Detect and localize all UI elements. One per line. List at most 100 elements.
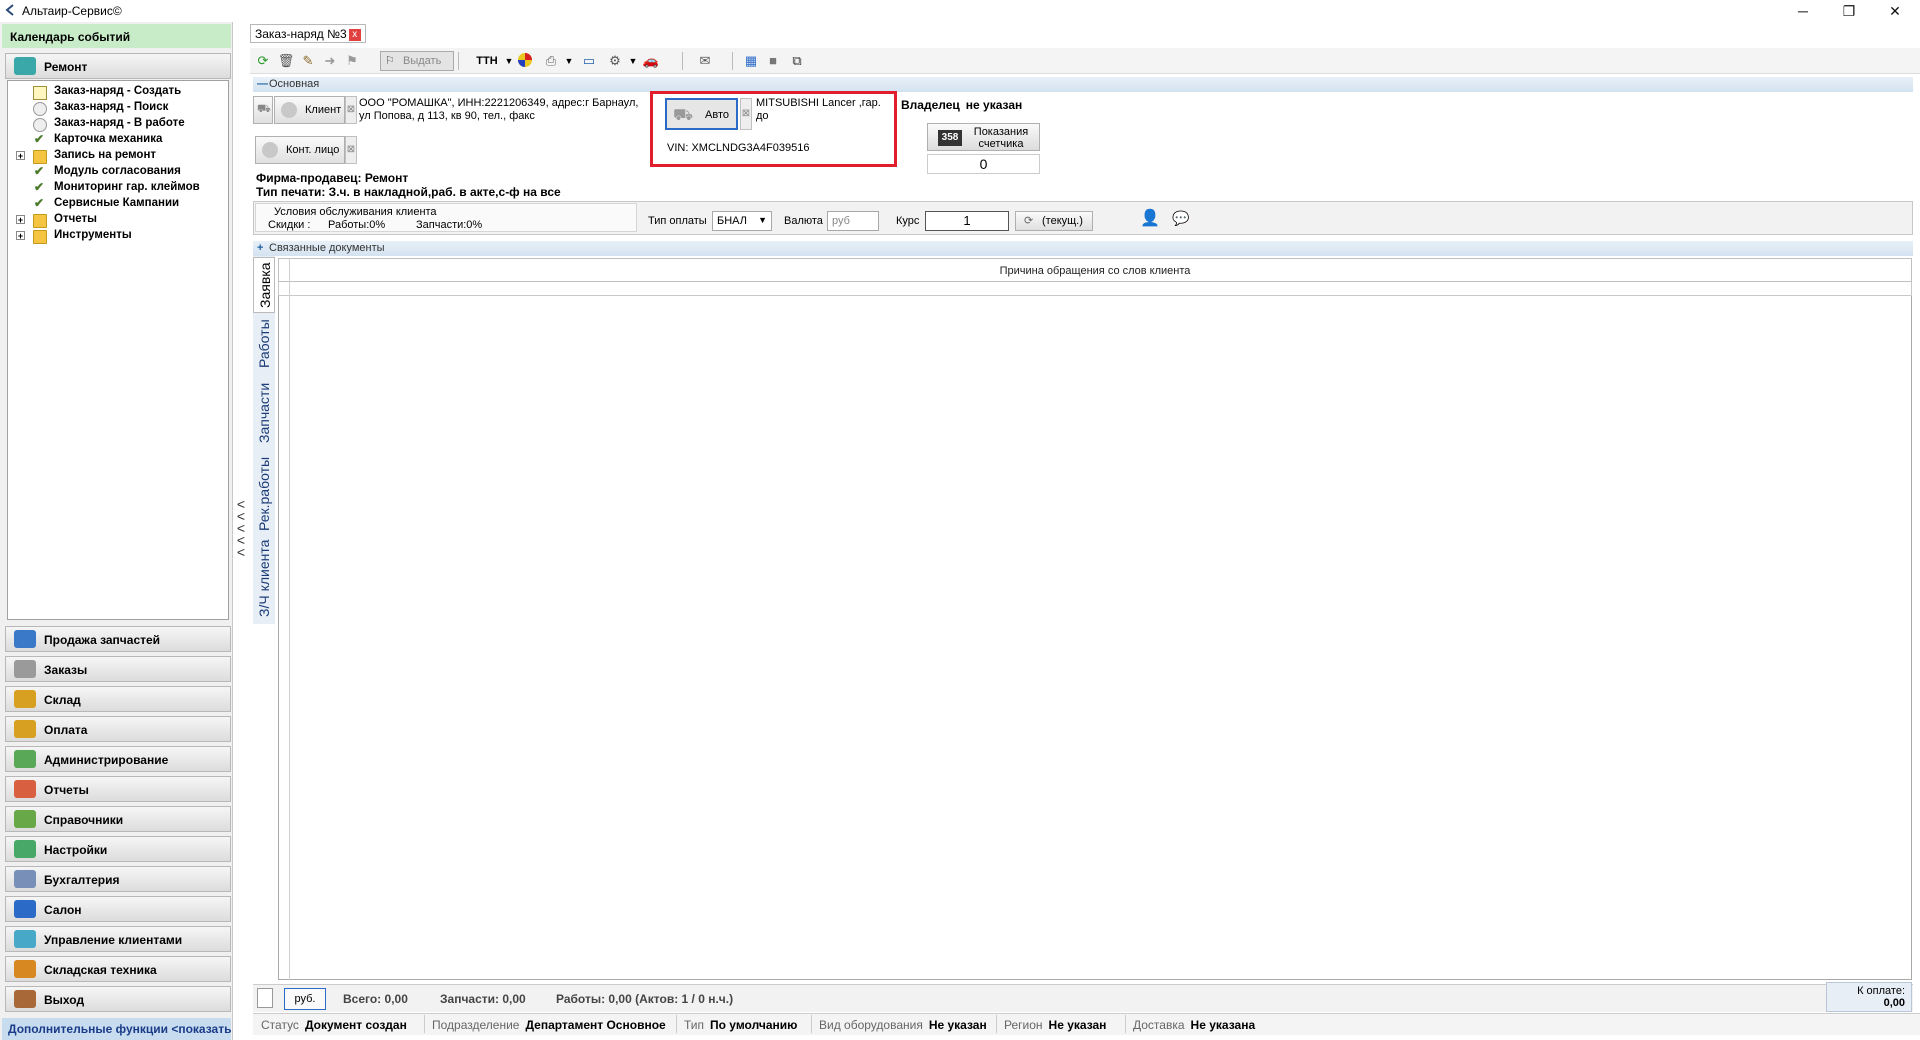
minimize-button[interactable]: ─ xyxy=(1780,0,1826,22)
forward-icon[interactable]: ➜ xyxy=(321,52,339,70)
nav-button-label: Настройки xyxy=(44,843,108,857)
refresh-icon[interactable]: ⟳ xyxy=(254,52,272,70)
contact-person-button[interactable]: Конт. лицо xyxy=(255,136,345,164)
repair-section-button[interactable]: Ремонт xyxy=(5,53,231,79)
nav-button[interactable]: Складская техника xyxy=(5,956,231,982)
chevron-down-icon[interactable]: ▼ xyxy=(624,52,642,70)
expand-tree-icon[interactable]: + xyxy=(16,151,25,161)
collapse-panel-arrows[interactable]: < < < < < xyxy=(234,497,248,568)
current-rate-button[interactable]: ⟳ (текущ.) xyxy=(1015,211,1093,231)
currency-toggle-button[interactable]: руб. xyxy=(284,988,326,1010)
nav-button[interactable]: Продажа запчастей xyxy=(5,626,231,652)
nav-button[interactable]: Оплата xyxy=(5,716,231,742)
document-icon[interactable] xyxy=(257,988,273,1008)
currency-field[interactable]: руб xyxy=(827,211,879,231)
monitor-icon[interactable]: ▭ xyxy=(580,52,598,70)
nav-button[interactable]: Отчеты xyxy=(5,776,231,802)
nav-button-label: Заказы xyxy=(44,663,88,677)
mail-icon[interactable]: ✉ xyxy=(696,52,714,70)
chevron-down-icon[interactable]: ▼ xyxy=(560,52,578,70)
tree-item-label: Мониторинг гар. клеймов xyxy=(54,181,200,193)
rate-label: Курс xyxy=(896,215,920,227)
tools-icon[interactable]: ⚙ xyxy=(606,52,624,70)
nav-button[interactable]: Бухгалтерия xyxy=(5,866,231,892)
chevron-left-icon: < xyxy=(236,544,246,560)
status-value: Департамент Основное xyxy=(525,1018,666,1032)
auto-button[interactable]: ⛟ Авто xyxy=(665,98,738,130)
tree-item[interactable]: ✔ Сервисные Кампании xyxy=(9,196,227,212)
ttn-button[interactable]: ТТН xyxy=(474,52,500,70)
lock-user-icon[interactable]: 👤 xyxy=(1140,208,1160,230)
clear-client-icon[interactable]: ⊠ xyxy=(345,96,357,124)
stop-icon[interactable]: ■ xyxy=(764,52,782,70)
tree-item-label: Карточка механика xyxy=(54,133,163,145)
client-button-label: Клиент xyxy=(305,104,342,116)
expand-icon: + xyxy=(257,242,264,254)
side-tab[interactable]: Работы xyxy=(253,313,275,375)
extra-functions-footer[interactable]: Дополнительные функции <показать xyxy=(2,1018,231,1040)
rate-input[interactable]: 1 xyxy=(925,211,1009,231)
payment-type-select[interactable]: БНАЛ ▼ xyxy=(712,211,772,231)
issue-button[interactable]: ⚐ Выдать xyxy=(380,51,454,71)
car-icon[interactable]: 🚗 xyxy=(642,52,660,70)
tree-item[interactable]: Заказ-наряд - Поиск xyxy=(9,100,227,116)
status-key: Регион xyxy=(1004,1018,1043,1032)
folder-icon xyxy=(33,214,47,228)
nav-button[interactable]: Выход xyxy=(5,986,231,1012)
counter-readings-button[interactable]: 358 Показания счетчика xyxy=(927,123,1040,151)
close-tab-icon[interactable]: x xyxy=(348,28,361,41)
works-sum: Работы: 0,00 (Актов: 1 / 0 н.ч.) xyxy=(556,992,734,1006)
nav-button-label: Складская техника xyxy=(44,963,157,977)
chart-icon[interactable]: ▦ xyxy=(742,52,760,70)
tree-item[interactable]: Заказ-наряд - Создать xyxy=(9,84,227,100)
delete-icon[interactable]: 🗑 xyxy=(277,52,295,70)
payment-type-value: БНАЛ xyxy=(717,215,747,227)
discounts-label: Скидки : xyxy=(268,219,311,231)
side-tab[interactable]: Запчасти xyxy=(253,375,275,451)
comment-icon[interactable]: 💬 xyxy=(1172,210,1192,228)
nav-button-label: Склад xyxy=(44,693,81,707)
edit-icon[interactable]: ✎ xyxy=(299,52,317,70)
service-conditions-title: Условия обслуживания клиента xyxy=(274,206,437,218)
clear-contact-icon[interactable]: ⊠ xyxy=(345,136,357,164)
clear-auto-icon[interactable]: ⊠ xyxy=(740,98,752,130)
tree-item[interactable]: + Запись на ремонт xyxy=(9,148,227,164)
client-button[interactable]: Клиент xyxy=(274,96,345,124)
nav-section-icon xyxy=(14,750,36,768)
nav-button[interactable]: Заказы xyxy=(5,656,231,682)
nav-button[interactable]: Справочники xyxy=(5,806,231,832)
grid-filter-row[interactable] xyxy=(278,282,1912,296)
linked-documents-header[interactable]: + Связанные документы xyxy=(253,241,1913,256)
side-tab[interactable]: Заявка xyxy=(253,257,275,313)
nav-button[interactable]: Настройки xyxy=(5,836,231,862)
tab-work-order[interactable]: Заказ-наряд №3 x xyxy=(250,24,366,43)
main-section-header[interactable]: — Основная xyxy=(253,77,1913,92)
nav-button[interactable]: Администрирование xyxy=(5,746,231,772)
layout-icon[interactable]: ⧉ xyxy=(788,52,806,70)
tree-item[interactable]: ✔ Мониторинг гар. клеймов xyxy=(9,180,227,196)
calendar-header[interactable]: Календарь событий xyxy=(2,24,231,48)
nav-button[interactable]: Салон xyxy=(5,896,231,922)
nav-section-icon xyxy=(14,780,36,798)
tree-item[interactable]: Заказ-наряд - В работе xyxy=(9,116,227,132)
nav-button-label: Управление клиентами xyxy=(44,933,183,947)
restore-button[interactable]: ❐ xyxy=(1826,0,1872,22)
tree-item[interactable]: ✔ Модуль согласования xyxy=(9,164,227,180)
expand-tree-icon[interactable]: + xyxy=(16,231,25,241)
side-tab[interactable]: Рек.работы xyxy=(253,451,275,537)
nav-button[interactable]: Склад xyxy=(5,686,231,712)
tree-item[interactable]: + Инструменты xyxy=(9,228,227,244)
tree-item[interactable]: ✔ Карточка механика xyxy=(9,132,227,148)
nav-section-icon xyxy=(14,930,36,948)
flag-icon[interactable]: ⚑ xyxy=(343,52,361,70)
printer-icon[interactable]: ⎙ xyxy=(542,52,560,70)
color-ball-icon[interactable] xyxy=(516,52,534,70)
nav-button[interactable]: Управление клиентами xyxy=(5,926,231,952)
expand-tree-icon[interactable]: + xyxy=(16,215,25,225)
request-grid[interactable] xyxy=(278,258,1912,980)
tree-item[interactable]: + Отчеты xyxy=(9,212,227,228)
grid-column-header[interactable]: Причина обращения со слов клиента xyxy=(278,258,1912,282)
side-tab[interactable]: З/Ч клиента xyxy=(253,537,275,619)
close-window-button[interactable]: ✕ xyxy=(1872,0,1918,22)
client-search-button[interactable]: ⛟ xyxy=(253,96,273,124)
